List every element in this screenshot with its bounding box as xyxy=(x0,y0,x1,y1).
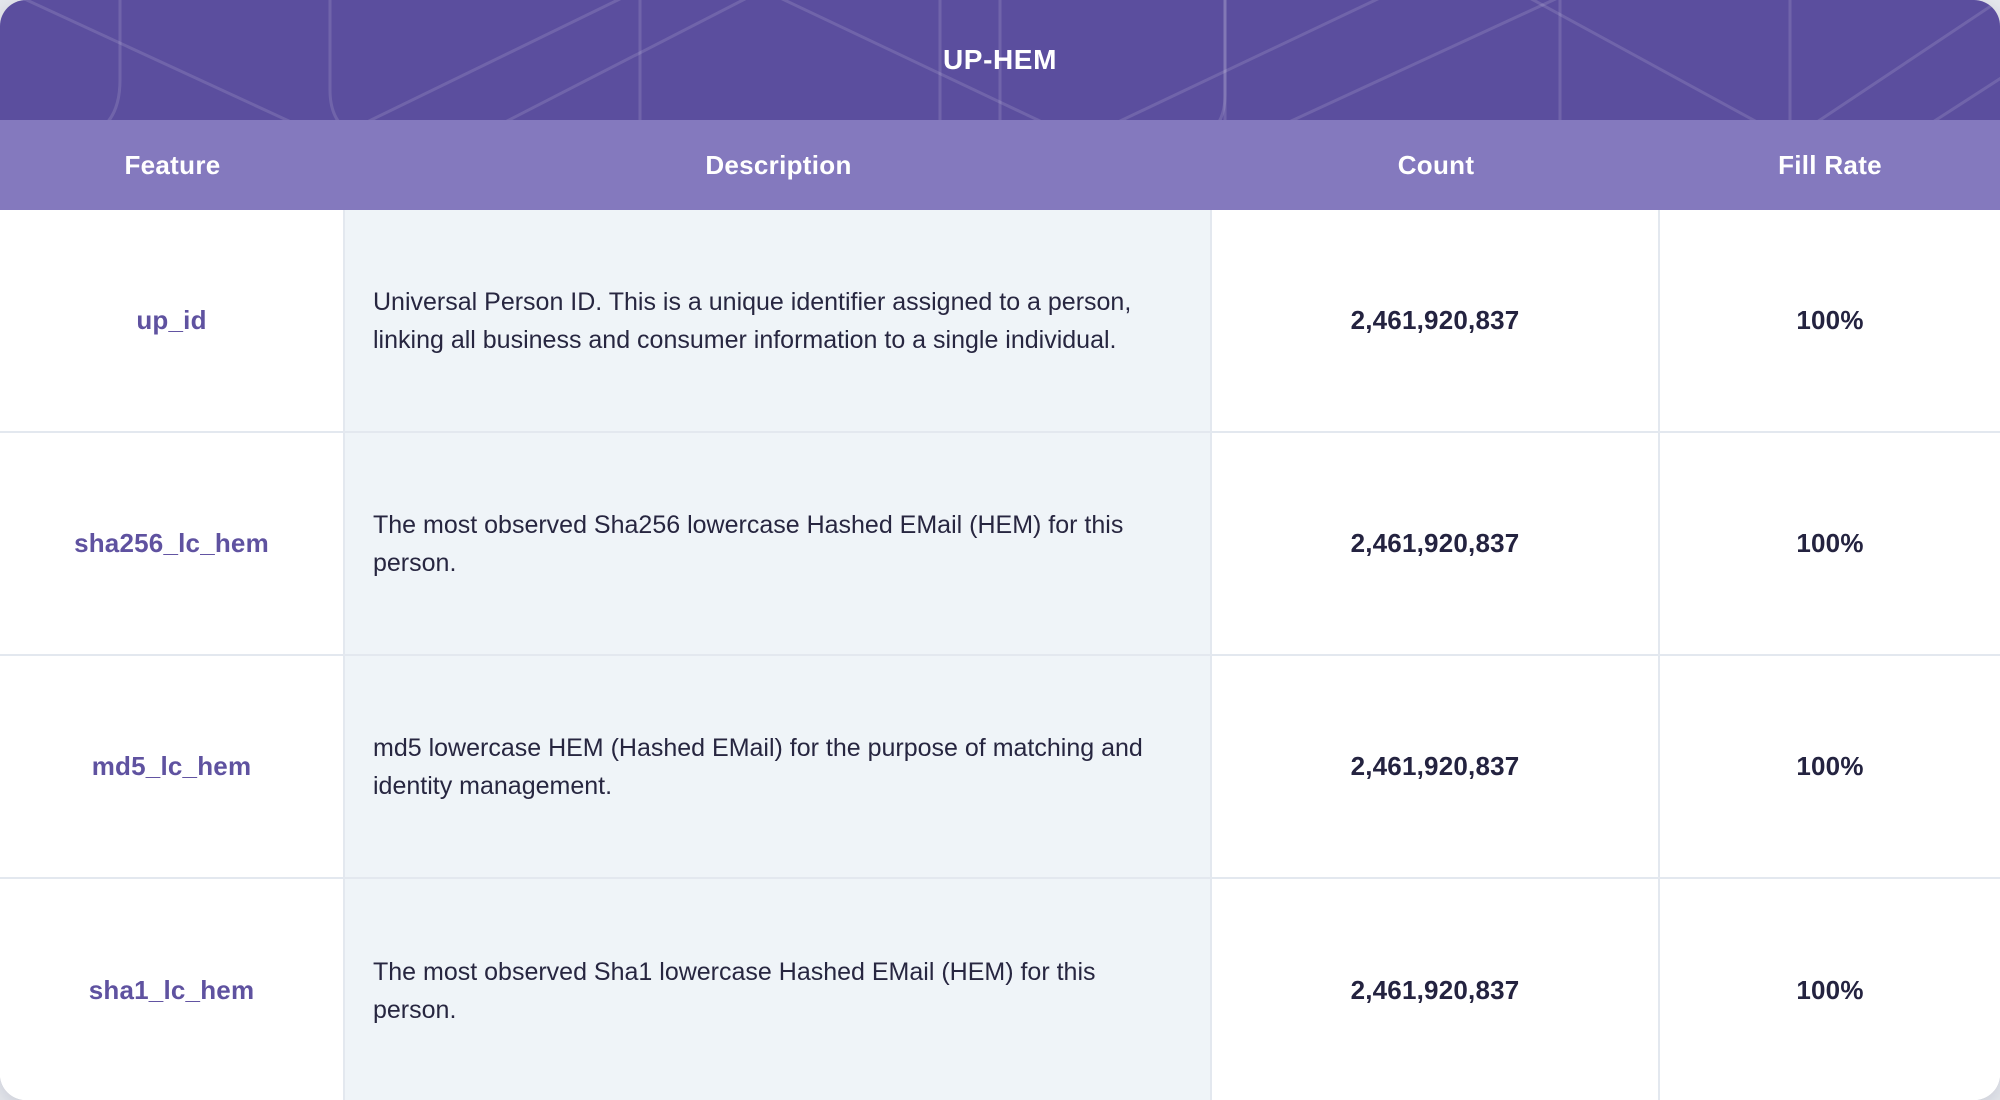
column-header-description[interactable]: Description xyxy=(345,120,1212,210)
feature-cell: up_id xyxy=(0,210,345,431)
card-title-band: UP-HEM xyxy=(0,0,2000,120)
description-cell: md5 lowercase HEM (Hashed EMail) for the… xyxy=(345,656,1212,877)
fill-rate-value: 100% xyxy=(1796,975,1863,1006)
description-text: The most observed Sha1 lowercase Hashed … xyxy=(373,953,1182,1029)
fill-rate-value: 100% xyxy=(1796,528,1863,559)
fill-rate-cell: 100% xyxy=(1660,656,2000,877)
count-value: 2,461,920,837 xyxy=(1351,751,1520,782)
table-row: sha1_lc_hem The most observed Sha1 lower… xyxy=(0,879,2000,1100)
column-header-count[interactable]: Count xyxy=(1212,120,1660,210)
table-column-header: Feature Description Count Fill Rate xyxy=(0,120,2000,210)
feature-table-card: UP-HEM Feature Description Count Fill Ra… xyxy=(0,0,2000,1100)
fill-rate-value: 100% xyxy=(1796,751,1863,782)
feature-cell: sha256_lc_hem xyxy=(0,433,345,654)
feature-cell: md5_lc_hem xyxy=(0,656,345,877)
card-title: UP-HEM xyxy=(0,0,2000,120)
feature-name: sha1_lc_hem xyxy=(89,975,255,1006)
count-value: 2,461,920,837 xyxy=(1351,528,1520,559)
count-cell: 2,461,920,837 xyxy=(1212,879,1660,1100)
description-cell: The most observed Sha256 lowercase Hashe… xyxy=(345,433,1212,654)
count-cell: 2,461,920,837 xyxy=(1212,210,1660,431)
count-cell: 2,461,920,837 xyxy=(1212,433,1660,654)
table-row: sha256_lc_hem The most observed Sha256 l… xyxy=(0,433,2000,656)
table-row: md5_lc_hem md5 lowercase HEM (Hashed EMa… xyxy=(0,656,2000,879)
fill-rate-cell: 100% xyxy=(1660,433,2000,654)
count-cell: 2,461,920,837 xyxy=(1212,656,1660,877)
description-text: The most observed Sha256 lowercase Hashe… xyxy=(373,506,1182,582)
column-header-fill-rate[interactable]: Fill Rate xyxy=(1660,120,2000,210)
description-text: Universal Person ID. This is a unique id… xyxy=(373,283,1182,359)
description-text: md5 lowercase HEM (Hashed EMail) for the… xyxy=(373,729,1182,805)
description-cell: The most observed Sha1 lowercase Hashed … xyxy=(345,879,1212,1100)
description-cell: Universal Person ID. This is a unique id… xyxy=(345,210,1212,431)
fill-rate-cell: 100% xyxy=(1660,210,2000,431)
table-row: up_id Universal Person ID. This is a uni… xyxy=(0,210,2000,433)
fill-rate-cell: 100% xyxy=(1660,879,2000,1100)
feature-name: up_id xyxy=(136,305,206,336)
feature-name: md5_lc_hem xyxy=(92,751,252,782)
feature-cell: sha1_lc_hem xyxy=(0,879,345,1100)
count-value: 2,461,920,837 xyxy=(1351,975,1520,1006)
table-body: up_id Universal Person ID. This is a uni… xyxy=(0,210,2000,1100)
count-value: 2,461,920,837 xyxy=(1351,305,1520,336)
column-header-feature[interactable]: Feature xyxy=(0,120,345,210)
fill-rate-value: 100% xyxy=(1796,305,1863,336)
feature-name: sha256_lc_hem xyxy=(74,528,269,559)
